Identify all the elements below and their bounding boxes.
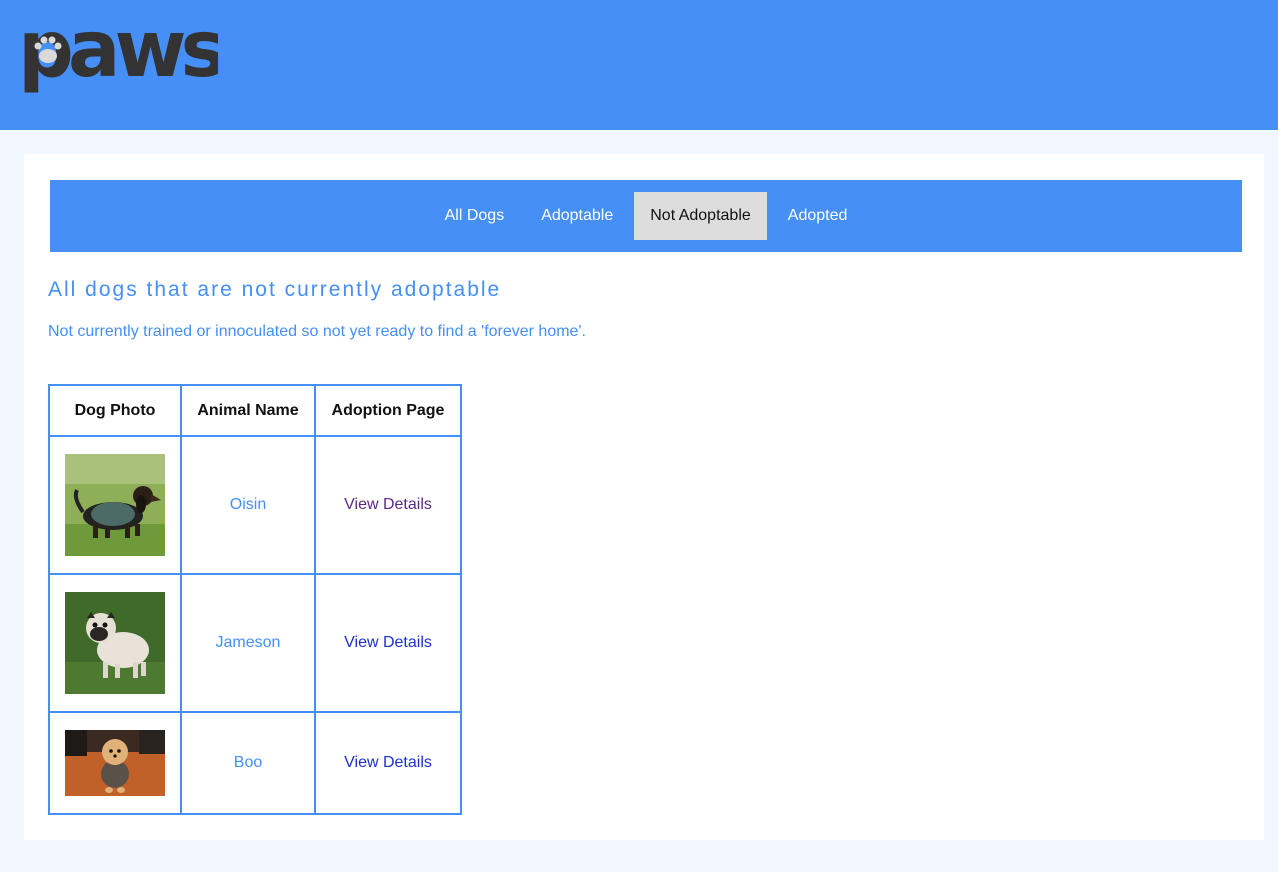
pomeranian-photo bbox=[65, 730, 165, 796]
paws-logo[interactable]: paws bbox=[18, 16, 218, 100]
column-header-photo: Dog Photo bbox=[48, 384, 182, 437]
tab-not-adoptable[interactable]: Not Adoptable bbox=[634, 192, 767, 240]
page-title: All dogs that are not currently adoptabl… bbox=[48, 278, 502, 301]
filter-nav: All Dogs Adoptable Not Adoptable Adopted bbox=[50, 180, 1242, 252]
view-details-link[interactable]: View Details bbox=[344, 496, 432, 513]
page-subtitle: Not currently trained or innoculated so … bbox=[48, 323, 586, 340]
view-details-link[interactable]: View Details bbox=[344, 754, 432, 771]
adoption-cell: View Details bbox=[314, 573, 462, 713]
column-header-name: Animal Name bbox=[180, 384, 316, 437]
adoption-cell: View Details bbox=[314, 435, 462, 575]
tab-adopted[interactable]: Adopted bbox=[772, 192, 864, 240]
animal-name: Boo bbox=[180, 711, 316, 815]
photo-cell bbox=[48, 573, 182, 713]
view-details-link[interactable]: View Details bbox=[344, 634, 432, 651]
content-card: All Dogs Adoptable Not Adoptable Adopted… bbox=[24, 154, 1264, 840]
dogs-table: Dog Photo Animal Name Adoption Page Oisi… bbox=[48, 384, 462, 815]
column-header-adoption: Adoption Page bbox=[314, 384, 462, 437]
photo-cell bbox=[48, 711, 182, 815]
table-header-row: Dog Photo Animal Name Adoption Page bbox=[48, 384, 462, 437]
adoption-cell: View Details bbox=[314, 711, 462, 815]
photo-cell bbox=[48, 435, 182, 575]
table-row: Boo View Details bbox=[48, 711, 462, 815]
animal-name: Oisin bbox=[180, 435, 316, 575]
dachshund-in-sweater-photo bbox=[65, 454, 165, 556]
site-header: paws bbox=[0, 0, 1278, 130]
table-row: Jameson View Details bbox=[48, 573, 462, 713]
animal-name: Jameson bbox=[180, 573, 316, 713]
tab-adoptable[interactable]: Adoptable bbox=[525, 192, 629, 240]
tab-all-dogs[interactable]: All Dogs bbox=[429, 192, 521, 240]
pug-photo bbox=[65, 592, 165, 694]
table-row: Oisin View Details bbox=[48, 435, 462, 575]
